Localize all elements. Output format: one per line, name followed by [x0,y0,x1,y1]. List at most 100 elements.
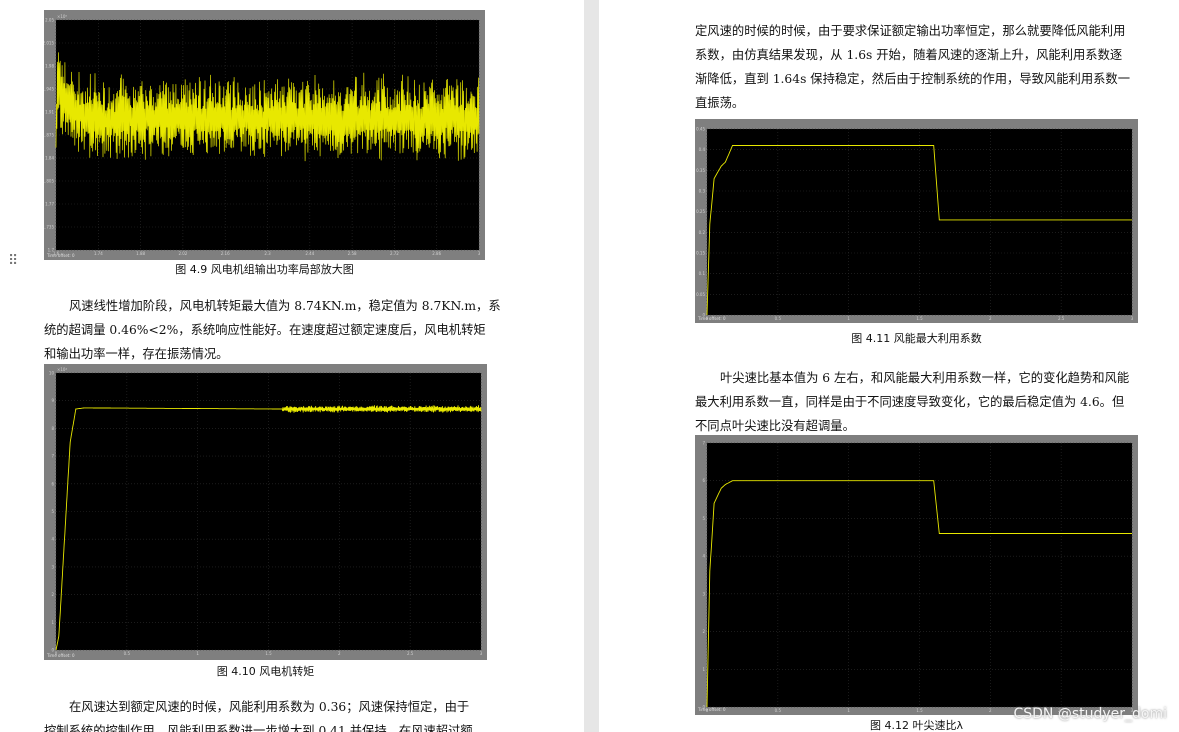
y-tick-label: 4 [702,554,705,559]
text-line: 定风速的时候的时候，由于要求保证额定输出功率恒定，那么就要降低风能利用 [695,24,1126,38]
y-tick-label: 6 [702,478,705,483]
x-tick-label: 2.16 [221,251,230,256]
x-tick-label: 2 [989,316,992,321]
x-tick-label: 2.5 [1058,316,1065,321]
x-tick-label: 1.74 [94,251,103,256]
paragraph-power-coefficient: 在风速达到额定风速的时候，风能利用系数为 0.36；风速保持恒定，由于 控制系统… [44,695,486,732]
x-tick-label: 1.5 [916,316,923,321]
text-line: 最大利用系数一直，同样是由于不同速度导致变化，它的最后稳定值为 4.6。但 [695,395,1125,409]
text-line: 系数，由仿真结果发现，从 1.6s 开始，随着风速的逐渐上升，风能利用系数逐 [695,48,1123,62]
y-tick-label: 2 [702,629,705,634]
text-line: 直振荡。 [695,96,745,110]
x-tick-label: 2.5 [407,651,414,656]
scope-footer-text: Time offset: 0 [47,653,75,658]
paragraph-coefficient-drop: 定风速的时候的时候，由于要求保证额定输出功率恒定，那么就要降低风能利用 系数，由… [695,19,1137,115]
y-tick-label: 3 [51,564,54,569]
y-tick-label: 2.05 [45,18,54,23]
x-tick-label: 2.86 [432,251,441,256]
y-tick-label: 1.84 [45,156,54,161]
text-line: 在风速达到额定风速的时候，风能利用系数为 0.36；风速保持恒定，由于 [69,700,470,714]
y-tick-label: 0.05 [696,292,705,297]
y-tick-label: 0.35 [696,168,705,173]
scope-figure-4-11: 0 0.5 1 1.5 2 2.5 3 0 0.05 0.1 0.15 0.2 0.25 0.3 0.35 0… [695,119,1138,323]
text-line: 和输出功率一样，存在振荡情况。 [44,347,229,361]
x-tick-label: 1.88 [136,251,145,256]
x-tick-label: 0.5 [775,708,782,713]
x-tick-label: 1 [847,708,850,713]
y-tick-label: 1 [702,667,705,672]
x-tick-label: 2.44 [305,251,314,256]
x-tick-label: 0.5 [124,651,131,656]
y-tick-label: 3 [702,591,705,596]
y-tick-label: 0.2 [699,230,706,235]
y-tick-label: 2 [51,592,54,597]
y-tick-label: 9 [51,398,54,403]
series-line [706,145,1132,316]
drag-handle-icon[interactable]: ⠿ [8,254,18,268]
figure-caption-4-10: 图 4.10 风电机转矩 [216,665,315,678]
x-tick-label: 2.58 [348,251,357,256]
text-line: 渐降低，直到 1.64s 保持稳定，然后由于控制系统的作用，导致风能利用系数一 [695,72,1131,86]
x-tick-label: 2.02 [178,251,187,256]
x-tick-label: 2.72 [390,251,399,256]
y-tick-label: 1.805 [44,179,54,184]
x-tick-label: 1.5 [916,708,923,713]
y-tick-label: 2.015 [44,41,54,46]
y-tick-label: 5 [702,516,705,521]
y-exponent-label: ×10⁶ [57,14,67,19]
y-tick-label: 0.15 [696,251,705,256]
x-tick-label: 3 [478,251,481,256]
y-tick-label: 5 [51,509,54,514]
y-exponent-label: ×10⁴ [57,367,67,372]
y-tick-label: 0.1 [699,271,706,276]
y-tick-label: 0.45 [696,127,705,132]
scope-footer-text: Time offset: 0 [698,316,726,321]
scope-footer-text: Time offset: 0 [698,707,726,712]
y-tick-label: 6 [51,481,54,486]
y-tick-label: 7 [51,454,54,459]
x-tick-label: 1.5 [265,651,272,656]
y-tick-label: 4 [51,537,54,542]
y-tick-label: 1.945 [44,87,54,92]
x-tick-label: 2 [989,708,992,713]
scope-footer-text: Time offset: 0 [47,253,75,258]
figure-caption-4-9: 图 4.9 风电机组输出功率局部放大图 [175,263,354,276]
y-tick-label: 1.77 [45,202,54,207]
text-line: 叶尖速比基本值为 6 左右，和风能最大利用系数一样，它的变化趋势和风能 [720,371,1130,385]
text-line: 控制系统的控制作用，风能利用系数进一步增大到 0.41 并保持，在风速超过额 [44,724,473,732]
scope-figure-4-9: 1.6 1.74 1.88 2.02 2.16 2.3 2.44 2.58 2.72 2.86 3 1… [44,10,485,260]
y-tick-label: 7 [702,441,705,446]
y-tick-label: 0.25 [696,209,705,214]
chart-fig-4-10: 0 0.5 1 1.5 2 2.5 3012345678910×10⁴ [49,367,483,656]
x-tick-label: 2.3 [264,251,271,256]
x-tick-label: 0.5 [775,316,782,321]
y-tick-label: 1 [51,620,54,625]
paragraph-torque: 风速线性增加阶段，风电机转矩最大值为 8.74KN.m，稳定值为 8.7KN.m… [44,294,501,366]
document-page-right: 定风速的时候的时候，由于要求保证额定输出功率恒定，那么就要降低风能利用 系数，由… [599,0,1179,732]
y-tick-label: 1.7 [48,248,55,253]
y-tick-label: 0.4 [699,147,706,152]
x-tick-label: 1 [196,651,199,656]
figure-caption-4-11: 图 4.11 风能最大利用系数 [851,332,982,345]
page-gap [584,0,599,732]
y-tick-label: 1.98 [45,64,54,69]
x-tick-label: 3 [1131,316,1134,321]
text-line: 统的超调量 0.46%<2%，系统响应性能好。在速度超过额定速度后，风电机转矩 [44,323,486,337]
scope-figure-4-12: 0 0.5 1 1.5 2 2.5 3 0 1 2 3 4 5 6 7 Time offset: 0 [695,435,1138,715]
y-tick-label: 1.91 [45,110,54,115]
x-tick-label: 2 [338,651,341,656]
chart-fig-4-11: 0 0.5 1 1.5 2 2.5 300.050.10.150.20.250.30.350… [696,127,1134,322]
scope-figure-4-10: 0 0.5 1 1.5 2 2.5 3 0 1 2 3 4 5 6 7 8 9 10 ×10⁴ Time offse… [44,364,487,660]
text-line: 风速线性增加阶段，风电机转矩最大值为 8.74KN.m，稳定值为 8.7KN.m… [69,299,501,313]
document-page-left: 1.6 1.74 1.88 2.02 2.16 2.3 2.44 2.58 2.72 2.86 3 1… [0,0,584,732]
y-tick-label: 1.735 [44,225,54,230]
x-tick-label: 1 [847,316,850,321]
y-tick-label: 10 [49,371,55,376]
chart-fig-4-9: 1.6 1.74 1.88 2.02 2.16 2.3 2.44 2.58 2.72 2.86 31… [44,14,481,256]
y-tick-label: 0.3 [699,189,706,194]
watermark: CSDN @studyer_domi [1013,706,1167,722]
chart-fig-4-12: 0 0.5 1 1.5 2 2.5 301234567 [702,441,1133,714]
x-tick-label: 3 [480,651,483,656]
y-tick-label: 8 [51,426,54,431]
y-tick-label: 1.875 [44,133,54,138]
